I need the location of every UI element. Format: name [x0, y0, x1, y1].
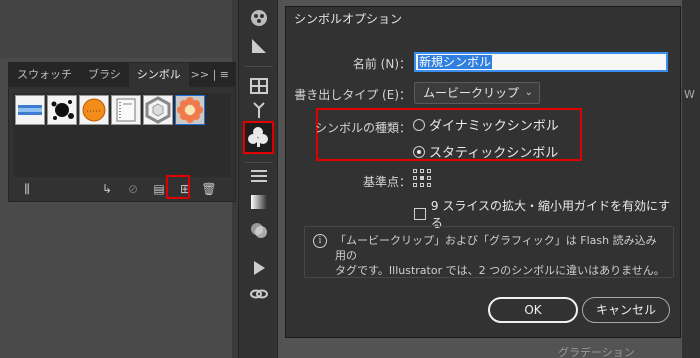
- name-input[interactable]: 新規シンボル: [414, 52, 668, 72]
- symbol-swatch-notepad[interactable]: [111, 95, 141, 125]
- radio-static-symbol[interactable]: スタティックシンボル: [413, 142, 558, 161]
- new-symbol-highlight: [166, 175, 190, 199]
- library-icon[interactable]: ⫼: [19, 181, 35, 197]
- nine-slice-checkbox[interactable]: [414, 208, 426, 220]
- export-type-select[interactable]: ムービークリップ ⌄: [414, 82, 540, 104]
- registration-point-grid[interactable]: [413, 169, 431, 187]
- panel-menu-button[interactable]: >> | ≡: [191, 68, 229, 81]
- info-text-line-2: タグです。Illustrator では、2 つのシンボルに違いはありません。: [335, 264, 665, 277]
- export-type-value: ムービークリップ: [423, 86, 520, 100]
- symbols-tool-highlight[interactable]: [243, 121, 274, 154]
- tool-strip: [238, 0, 278, 358]
- canvas-top-band: [0, 0, 232, 58]
- symbol-type-label: シンボルの種類：: [314, 121, 411, 135]
- radio-button-selected[interactable]: [413, 145, 425, 158]
- symbols-icon: [248, 127, 268, 147]
- info-icon: i: [313, 234, 327, 248]
- dialog-title: シンボルオプション: [286, 7, 680, 31]
- tab-symbols[interactable]: シンボル: [128, 63, 189, 87]
- symbol-sprayer-icon[interactable]: [248, 8, 270, 30]
- info-box: i 「ムービークリップ」および「グラフィック」は Flash 読み込み用の タグ…: [304, 226, 674, 278]
- grid-icon[interactable]: [248, 76, 270, 98]
- symbol-swatch-hex-ring[interactable]: [143, 95, 173, 125]
- symbol-swatch-flower[interactable]: [175, 95, 205, 125]
- symbol-swatch-orange-button[interactable]: [79, 95, 109, 125]
- right-panel-letter: W: [684, 88, 695, 101]
- radio-dynamic-label: ダイナミックシンボル: [429, 119, 559, 134]
- right-panel-peek: [682, 0, 700, 358]
- info-text-line-1: 「ムービークリップ」および「グラフィック」は Flash 読み込み用の: [335, 234, 657, 262]
- place-instance-icon[interactable]: ↳: [99, 181, 115, 197]
- symbol-swatch-splatter[interactable]: [47, 95, 77, 125]
- tool-divider: [245, 66, 273, 67]
- registration-label: 基準点：: [362, 175, 411, 189]
- panel-footer: ⫼ ↳ ⊘ ▤ ⊞ 🗑: [17, 179, 227, 199]
- cancel-button[interactable]: キャンセル: [582, 297, 670, 323]
- radio-dynamic-symbol[interactable]: ダイナミックシンボル: [413, 115, 559, 134]
- radio-static-label: スタティックシンボル: [429, 146, 559, 161]
- symbols-panel: スウォッチ ブラシ シンボル >> | ≡ ⫼ ↳ ⊘ ▤ ⊞ 🗑: [8, 62, 236, 202]
- name-label: 名前 (N)：: [352, 57, 411, 71]
- symbol-options-dialog: シンボルオプション 名前 (N)： 新規シンボル 書き出しタイプ (E)： ムー…: [285, 6, 681, 338]
- name-value: 新規シンボル: [418, 55, 493, 69]
- break-link-icon[interactable]: ⊘: [125, 181, 141, 197]
- panel-tabs: スウォッチ ブラシ シンボル >> | ≡: [9, 63, 235, 87]
- symbol-swatch-blue-banner[interactable]: [15, 95, 45, 125]
- tool-divider: [245, 162, 273, 163]
- symbol-thumbnails: [13, 93, 231, 177]
- stroke-icon[interactable]: [248, 166, 270, 188]
- link-icon[interactable]: [248, 284, 270, 306]
- ok-button[interactable]: OK: [488, 297, 578, 323]
- gradient-panel-label: グラデーション: [558, 346, 635, 358]
- transparency-icon[interactable]: [248, 220, 270, 242]
- tab-brushes[interactable]: ブラシ: [80, 63, 129, 87]
- tab-swatches[interactable]: スウォッチ: [9, 63, 80, 87]
- chevron-down-icon: ⌄: [524, 87, 533, 98]
- puppet-warp-icon[interactable]: [248, 100, 270, 122]
- perspective-icon[interactable]: [248, 36, 270, 58]
- symbol-options-icon[interactable]: ▤: [151, 181, 167, 197]
- play-icon[interactable]: [248, 258, 270, 280]
- gradient-icon[interactable]: [248, 192, 270, 214]
- delete-icon[interactable]: 🗑: [201, 181, 217, 197]
- radio-button[interactable]: [413, 118, 425, 131]
- export-type-label: 書き出しタイプ (E)：: [294, 88, 411, 102]
